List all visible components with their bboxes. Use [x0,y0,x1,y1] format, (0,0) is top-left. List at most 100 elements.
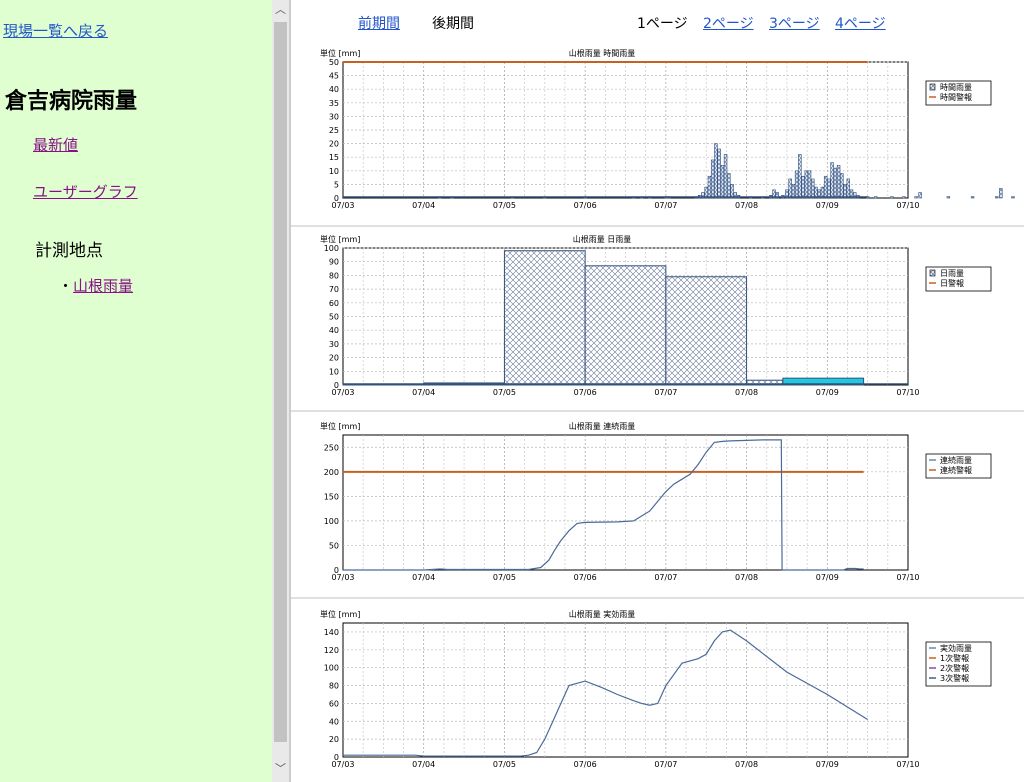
x-tick-label: 07/07 [654,760,677,769]
chart-title: 山根雨量 連続雨量 [569,421,636,431]
legend: 実効雨量1次警報2次警報3次警報 [925,641,992,687]
y-tick-label: 40 [329,717,339,726]
y-tick-label: 120 [324,646,339,655]
x-tick-label: 07/08 [735,201,758,210]
scroll-down-icon[interactable]: ﹀ [274,762,287,776]
daily-bar [665,276,748,386]
legend-label: 連続雨量 [940,455,972,465]
x-tick-label: 07/04 [412,201,435,210]
y-tick-label: 30 [329,340,339,349]
hourly-bar [714,143,718,199]
page-2-link[interactable]: 2ページ [703,13,754,33]
daily-bar [503,250,586,386]
hourly-bar [823,175,828,199]
y-tick-label: 10 [329,367,339,376]
y-tick-label: 30 [329,112,339,121]
point-yamane-link[interactable]: 山根雨量 [73,277,133,295]
x-tick-label: 07/04 [412,388,435,397]
sidebar-scrollbar[interactable]: ︿ ﹀ [272,0,289,782]
hourly-bar [918,192,922,199]
y-tick-label: 80 [329,682,339,691]
measurement-point-item: ・山根雨量 [58,275,133,296]
hourly-bar [707,175,712,199]
hourly-bar [840,173,844,199]
y-tick-label: 25 [329,126,339,135]
x-tick-label: 07/09 [816,760,839,769]
unit-label: 単位 [mm] [320,609,360,619]
user-graph-link[interactable]: ユーザーグラフ [33,181,138,202]
chart-title: 山根雨量 時間雨量 [569,48,636,58]
y-tick-label: 15 [329,153,339,162]
chart-title: 山根雨量 実効雨量 [569,609,636,619]
y-tick-label: 20 [329,354,339,363]
x-tick-label: 07/10 [896,573,919,582]
main-panel: 前期間 後期間 1ページ 2ページ 3ページ 4ページ 単位 [mm] 山根雨量 … [291,0,1024,782]
legend-label: 時間警報 [940,92,972,102]
daily-bar [584,265,667,386]
hourly-bar [827,178,831,199]
x-tick-label: 07/09 [816,573,839,582]
x-tick-label: 07/05 [493,201,516,210]
legend-label: 2次警報 [940,663,969,673]
hourly-bar [791,184,796,199]
y-tick-label: 150 [324,492,339,501]
x-tick-label: 07/03 [331,573,354,582]
y-tick-label: 50 [329,58,339,67]
scroll-up-icon[interactable]: ︿ [274,3,287,17]
hourly-bar [890,196,894,199]
period-nav: 前期間 後期間 1ページ 2ページ 3ページ 4ページ [291,0,1024,40]
y-tick-label: 60 [329,699,339,708]
hourly-bar [798,154,802,199]
x-tick-label: 07/07 [654,201,677,210]
hourly-bar [902,196,906,199]
back-to-list-link[interactable]: 現場一覧へ戻る [3,20,108,41]
x-tick-label: 07/08 [735,760,758,769]
x-tick-label: 07/06 [574,573,597,582]
hourly-bar [710,159,715,199]
chart-1: 単位 [mm] 山根雨量 時間雨量0510152025303540455007/0… [320,48,1015,210]
x-tick-label: 07/07 [654,573,677,582]
hourly-bar [833,167,838,199]
chart-title: 山根雨量 日雨量 [573,234,632,244]
y-tick-label: 5 [334,180,339,189]
y-tick-label: 50 [329,313,339,322]
page-4-link[interactable]: 4ページ [835,13,886,33]
y-tick-label: 80 [329,271,339,280]
hourly-bar [843,184,847,199]
scroll-thumb[interactable] [274,22,287,742]
hourly-bar [720,165,725,199]
hourly-bar [914,196,918,199]
x-tick-label: 07/04 [412,760,435,769]
y-tick-label: 35 [329,99,339,108]
legend-label: 日警報 [940,278,964,288]
hourly-bar [999,188,1003,199]
y-tick-label: 10 [329,167,339,176]
legend-label: 時間雨量 [940,83,972,92]
x-tick-label: 07/06 [574,760,597,769]
legend-label: 連続警報 [940,465,972,475]
x-tick-label: 07/10 [896,201,919,210]
hourly-bar [801,175,805,199]
rainfall-charts: 単位 [mm] 山根雨量 時間雨量0510152025303540455007/0… [291,48,1024,769]
hourly-bar [836,165,841,199]
x-tick-label: 07/08 [735,388,758,397]
x-tick-label: 07/07 [654,388,677,397]
hourly-bar [873,196,878,199]
x-tick-label: 07/04 [412,573,435,582]
page-3-link[interactable]: 3ページ [769,13,820,33]
y-tick-label: 100 [324,664,339,673]
x-tick-label: 07/09 [816,201,839,210]
legend-label: 日雨量 [940,269,964,278]
prev-period-link[interactable]: 前期間 [358,13,400,33]
hourly-bar [727,173,731,199]
latest-values-link[interactable]: 最新値 [33,134,78,155]
hourly-bar [794,170,799,199]
x-tick-label: 07/03 [331,388,354,397]
hourly-bar [804,170,809,199]
legend-label: 実効雨量 [940,643,972,653]
hourly-bar [995,196,999,199]
x-tick-label: 07/05 [493,573,516,582]
y-tick-label: 40 [329,85,339,94]
x-tick-label: 07/03 [331,201,354,210]
x-tick-label: 07/06 [574,201,597,210]
